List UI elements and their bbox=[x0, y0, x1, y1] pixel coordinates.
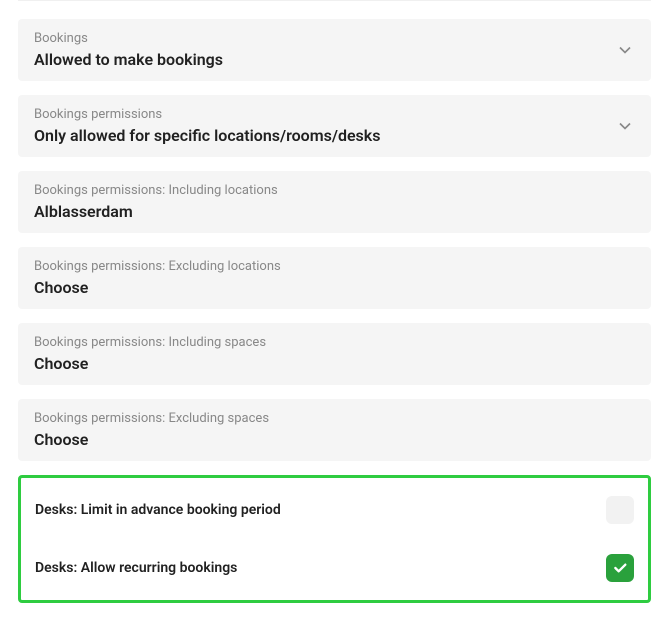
setting-label: Bookings permissions: Including location… bbox=[34, 183, 278, 198]
setting-row-bookings[interactable]: Bookings Allowed to make bookings bbox=[18, 19, 651, 81]
setting-row-excluding-spaces[interactable]: Bookings permissions: Excluding spaces C… bbox=[18, 399, 651, 461]
toggle-label: Desks: Allow recurring bookings bbox=[35, 560, 237, 576]
toggle-row-allow-recurring: Desks: Allow recurring bookings bbox=[33, 546, 636, 590]
setting-value: Only allowed for specific locations/room… bbox=[34, 126, 380, 145]
setting-value: Choose bbox=[34, 430, 269, 449]
setting-content: Bookings permissions Only allowed for sp… bbox=[34, 107, 380, 145]
setting-content: Bookings Allowed to make bookings bbox=[34, 31, 223, 69]
toggle-allow-recurring[interactable] bbox=[606, 554, 634, 582]
setting-row-including-locations[interactable]: Bookings permissions: Including location… bbox=[18, 171, 651, 233]
setting-content: Bookings permissions: Excluding spaces C… bbox=[34, 411, 269, 449]
chevron-down-icon bbox=[615, 40, 635, 60]
toggle-limit-advance[interactable] bbox=[606, 496, 634, 524]
setting-row-including-spaces[interactable]: Bookings permissions: Including spaces C… bbox=[18, 323, 651, 385]
highlighted-section: Desks: Limit in advance booking period D… bbox=[18, 475, 651, 603]
setting-label: Bookings permissions: Including spaces bbox=[34, 335, 266, 350]
toggle-row-limit-advance: Desks: Limit in advance booking period bbox=[33, 488, 636, 532]
setting-value: Allowed to make bookings bbox=[34, 50, 223, 69]
toggle-label: Desks: Limit in advance booking period bbox=[35, 502, 281, 518]
setting-value: Choose bbox=[34, 354, 266, 373]
checkmark-icon bbox=[612, 560, 628, 576]
chevron-down-icon bbox=[615, 116, 635, 136]
setting-row-excluding-locations[interactable]: Bookings permissions: Excluding location… bbox=[18, 247, 651, 309]
setting-label: Bookings permissions: Excluding spaces bbox=[34, 411, 269, 426]
setting-value: Alblasserdam bbox=[34, 202, 278, 221]
setting-content: Bookings permissions: Excluding location… bbox=[34, 259, 281, 297]
setting-label: Bookings bbox=[34, 31, 223, 46]
setting-label: Bookings permissions: Excluding location… bbox=[34, 259, 281, 274]
setting-value: Choose bbox=[34, 278, 281, 297]
setting-row-bookings-permissions[interactable]: Bookings permissions Only allowed for sp… bbox=[18, 95, 651, 157]
setting-label: Bookings permissions bbox=[34, 107, 380, 122]
divider bbox=[18, 0, 651, 1]
setting-content: Bookings permissions: Including spaces C… bbox=[34, 335, 266, 373]
setting-content: Bookings permissions: Including location… bbox=[34, 183, 278, 221]
